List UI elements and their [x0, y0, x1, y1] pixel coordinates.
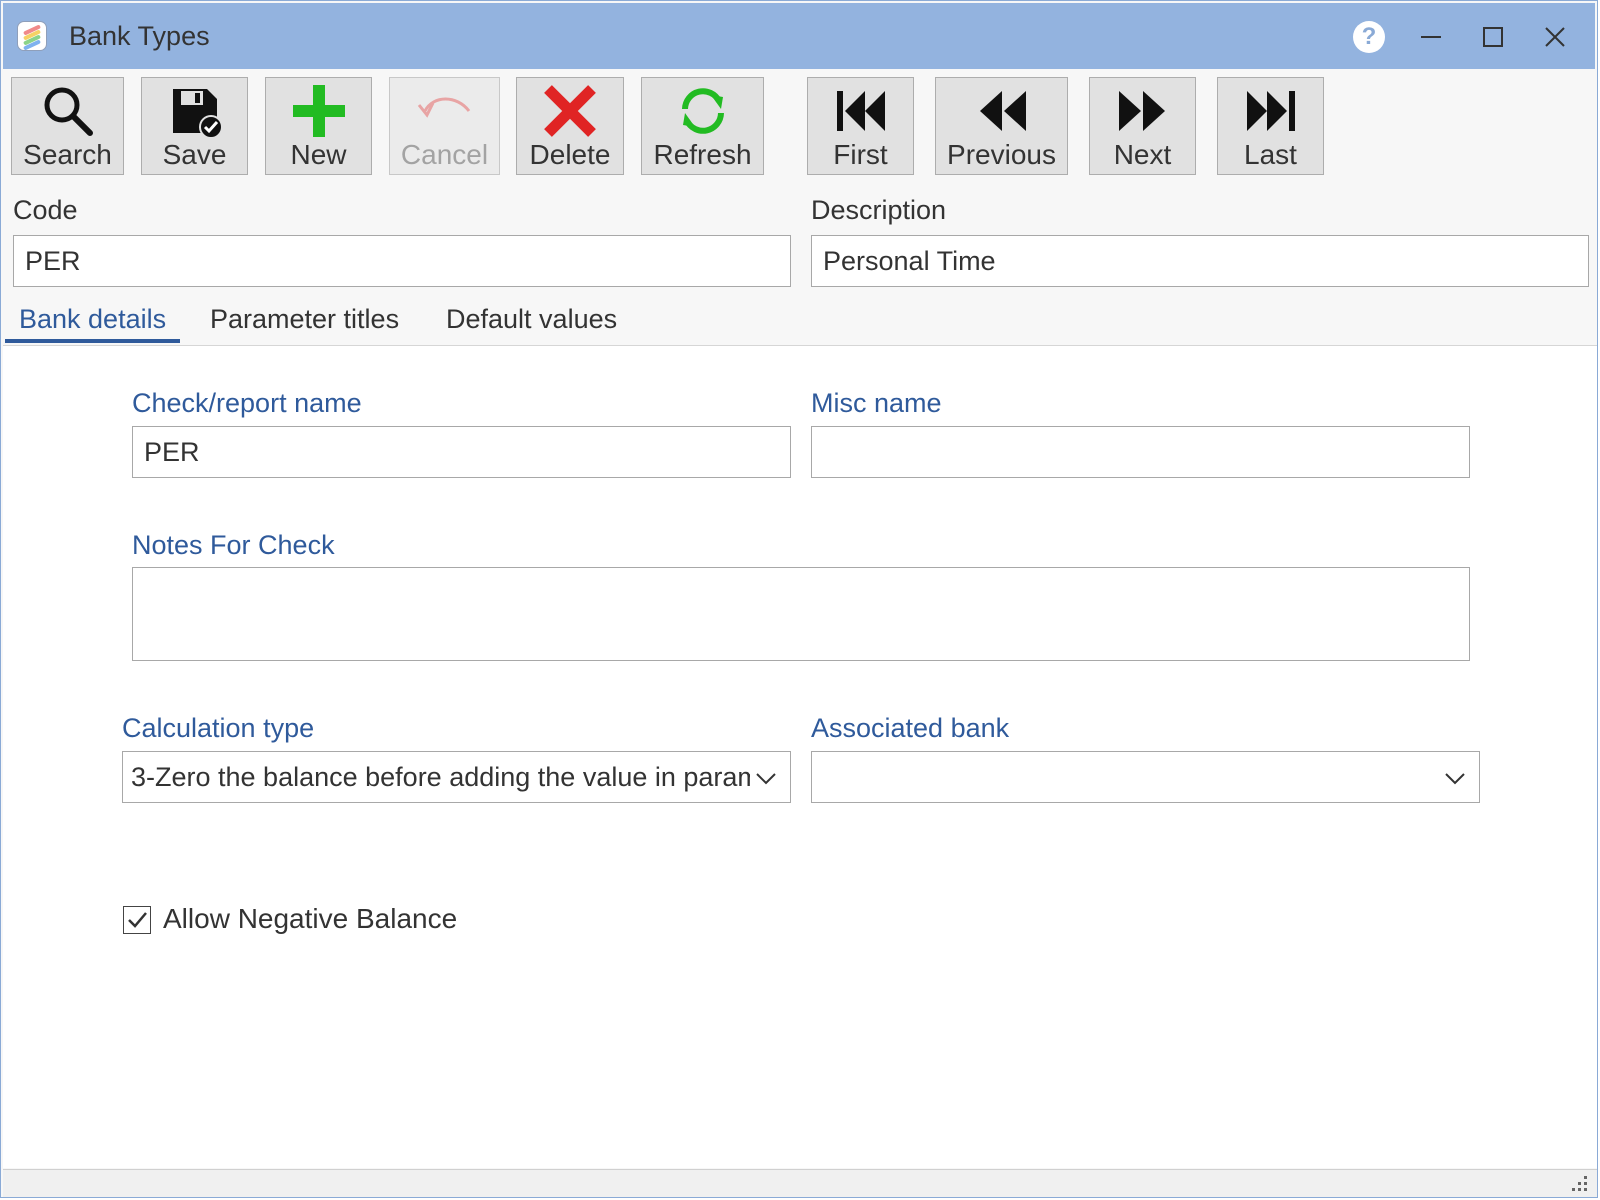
fast-forward-icon	[1118, 91, 1165, 131]
previous-button-label: Previous	[947, 139, 1056, 170]
calculation-type-select[interactable]: 3-Zero the balance before adding the val…	[122, 751, 791, 803]
delete-button-label: Delete	[529, 139, 611, 170]
tab-parameter-titles[interactable]: Parameter titles	[196, 299, 413, 343]
code-label: Code	[13, 195, 78, 225]
rewind-icon	[979, 91, 1026, 131]
cancel-button-label: Cancel	[400, 139, 489, 170]
description-label: Description	[811, 195, 947, 225]
refresh-button[interactable]: Refresh	[641, 77, 764, 175]
minimize-button[interactable]	[1411, 17, 1451, 57]
save-button[interactable]: Save	[141, 77, 248, 175]
delete-button[interactable]: Delete	[516, 77, 624, 175]
tab-default-values[interactable]: Default values	[432, 299, 631, 343]
next-button[interactable]: Next	[1089, 77, 1196, 175]
cancel-button[interactable]: Cancel	[389, 77, 500, 175]
minimize-icon	[1421, 36, 1441, 38]
x-icon	[544, 85, 596, 137]
bank-types-window: Bank Types ? Search Save New Cancel Dele…	[0, 0, 1598, 1198]
close-button[interactable]	[1535, 17, 1575, 57]
previous-button[interactable]: Previous	[935, 77, 1068, 175]
save-button-label: Save	[162, 139, 227, 170]
misc-name-input[interactable]	[811, 426, 1470, 478]
first-button-label: First	[833, 139, 888, 170]
tab-bank-details[interactable]: Bank details	[5, 299, 181, 343]
help-icon: ?	[1353, 21, 1385, 53]
notes-for-check-label: Notes For Check	[132, 530, 335, 560]
resize-grip-icon[interactable]	[1569, 1173, 1589, 1193]
window-title: Bank Types	[69, 21, 210, 51]
check-report-name-input[interactable]	[132, 426, 791, 478]
close-icon	[1545, 27, 1565, 47]
chevron-down-icon	[1445, 773, 1465, 785]
skip-last-icon	[1246, 91, 1295, 131]
skip-first-icon	[836, 91, 885, 131]
refresh-button-label: Refresh	[653, 139, 752, 170]
calculation-type-value: 3-Zero the balance before adding the val…	[131, 762, 750, 792]
last-button[interactable]: Last	[1217, 77, 1324, 175]
plus-icon	[292, 85, 345, 137]
refresh-icon	[681, 88, 724, 134]
maximize-icon	[1483, 27, 1503, 47]
last-button-label: Last	[1244, 139, 1297, 170]
chevron-down-icon	[756, 773, 776, 785]
app-icon	[17, 21, 47, 51]
check-report-name-label: Check/report name	[132, 388, 362, 418]
new-button-label: New	[290, 139, 347, 170]
undo-icon	[417, 97, 470, 118]
calculation-type-label: Calculation type	[122, 713, 315, 743]
status-bar	[3, 1169, 1597, 1197]
misc-name-label: Misc name	[811, 388, 942, 418]
associated-bank-select[interactable]	[811, 751, 1480, 803]
allow-negative-balance-label[interactable]: Allow Negative Balance	[163, 903, 457, 935]
help-button[interactable]: ?	[1349, 17, 1389, 57]
search-icon	[44, 87, 93, 136]
description-input[interactable]	[811, 235, 1589, 287]
next-button-label: Next	[1113, 139, 1172, 170]
title-bar: Bank Types ?	[3, 3, 1595, 69]
maximize-button[interactable]	[1473, 17, 1513, 57]
code-input[interactable]	[13, 235, 791, 287]
new-button[interactable]: New	[265, 77, 372, 175]
notes-for-check-input[interactable]	[132, 567, 1470, 661]
first-button[interactable]: First	[807, 77, 914, 175]
checkmark-icon	[128, 912, 147, 928]
associated-bank-label: Associated bank	[811, 713, 1010, 743]
search-button[interactable]: Search	[11, 77, 124, 175]
allow-negative-balance-checkbox[interactable]	[123, 906, 151, 934]
search-button-label: Search	[23, 139, 112, 170]
save-icon	[172, 89, 223, 139]
